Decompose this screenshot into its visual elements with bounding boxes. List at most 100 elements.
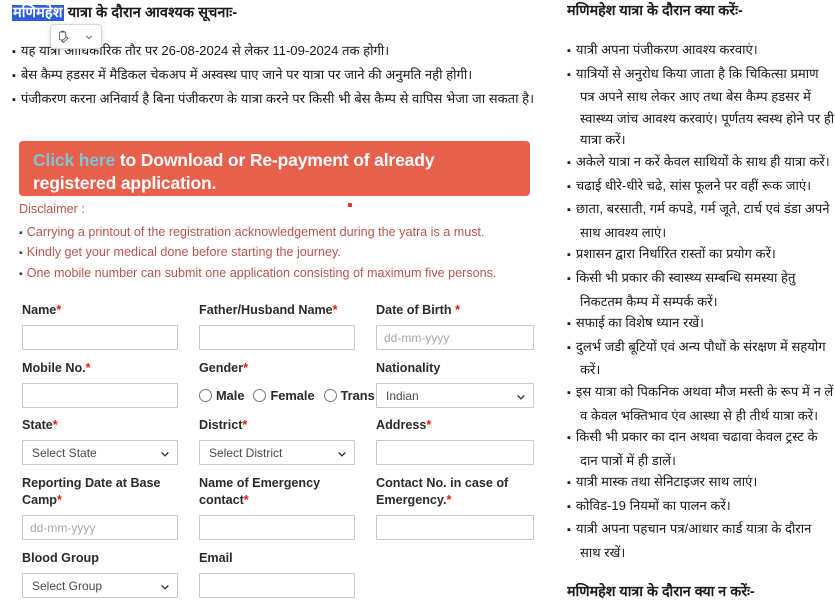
required-marker: * bbox=[57, 493, 62, 507]
father-husband-name-input[interactable] bbox=[199, 325, 355, 350]
required-marker: * bbox=[455, 303, 460, 317]
label-email: Email bbox=[199, 551, 233, 565]
required-marker: * bbox=[446, 493, 452, 507]
emergency-contact-name-input[interactable] bbox=[199, 515, 355, 540]
disclaimer-block: Disclaimer : Carrying a printout of the … bbox=[19, 200, 539, 284]
gender-radio-group: Male Female Trans bbox=[199, 383, 375, 408]
field-reporting-date: Reporting Date at Base Camp* bbox=[22, 475, 178, 540]
label-mobile-no: Mobile No.* bbox=[22, 361, 91, 375]
required-marker: * bbox=[52, 418, 58, 432]
list-item: इस यात्रा को पिकनिक अथवा मौज मस्ती के रू… bbox=[567, 381, 835, 426]
gender-option-label: Male bbox=[216, 388, 245, 403]
emergency-contact-no-input[interactable] bbox=[376, 515, 534, 540]
label-father-husband-name: Father/Husband Name* bbox=[199, 303, 338, 317]
list-item: छाता, बरसाती, गर्म कपडे, गर्म जूते, टार्… bbox=[567, 198, 835, 243]
state-select[interactable]: Select State bbox=[22, 440, 178, 465]
list-item: चढाई धीरे-धीरे चढे, सांस फूलने पर वहीं र… bbox=[567, 175, 835, 199]
list-item: यात्रियों से अनुरोध किया जाता है कि चिकि… bbox=[567, 63, 835, 151]
label-blood-group: Blood Group bbox=[22, 551, 99, 565]
radio-circle-icon[interactable] bbox=[323, 389, 337, 402]
chevron-down-icon bbox=[516, 391, 526, 401]
label-reporting-date: Reporting Date at Base Camp* bbox=[22, 476, 161, 507]
disclaimer-item: One mobile number can submit one applica… bbox=[19, 264, 539, 285]
field-date-of-birth: Date of Birth * bbox=[376, 302, 534, 350]
gender-option-male[interactable]: Male bbox=[199, 388, 244, 403]
required-marker: * bbox=[426, 418, 432, 432]
selected-text: मणिमहेश bbox=[12, 5, 64, 21]
chevron-down-icon bbox=[337, 448, 347, 458]
field-nationality: Nationality Indian bbox=[376, 360, 534, 408]
left-heading: मणिमहेश यात्रा के दौरान आवश्यक सूचनाः- bbox=[12, 2, 237, 22]
district-select[interactable]: Select District bbox=[199, 440, 355, 465]
list-item: बेस कैम्प हडसर में मैडिकल चेकअप में अस्व… bbox=[12, 64, 540, 88]
list-item: किसी भी प्रकार का दान अथवा चढावा केवल ट्… bbox=[567, 426, 835, 471]
name-input[interactable] bbox=[22, 325, 178, 350]
page-root: मणिमहेश यात्रा के दौरान आवश्यक सूचनाः- य… bbox=[0, 0, 835, 605]
field-gender: Gender* Male Female Trans bbox=[199, 360, 375, 408]
clipboard-paste-icon[interactable] bbox=[54, 27, 74, 46]
download-repayment-banner[interactable]: Click here to Download or Re-payment of … bbox=[19, 141, 530, 196]
list-item: यात्री अपना पंजीकरण आवश्य करवाएं। bbox=[567, 39, 835, 63]
reporting-date-input[interactable] bbox=[22, 515, 178, 540]
required-marker: * bbox=[243, 493, 249, 507]
required-marker: * bbox=[332, 303, 338, 317]
list-item: किसी भी प्रकार की स्वास्थ्य सम्बन्धि समस… bbox=[567, 267, 835, 312]
left-column: मणिमहेश यात्रा के दौरान आवश्यक सूचनाः- य… bbox=[0, 0, 552, 605]
list-item: प्रशासन द्वारा निर्धारित रास्तों का प्रय… bbox=[567, 243, 835, 267]
required-marker: * bbox=[56, 303, 62, 317]
label-name: Name* bbox=[22, 303, 62, 317]
state-selected-value: Select State bbox=[32, 445, 97, 460]
gender-option-label: Female bbox=[270, 388, 315, 403]
field-address: Address* bbox=[376, 417, 534, 465]
chevron-down-icon[interactable] bbox=[79, 27, 99, 46]
list-item: सफाई का विशेष ध्यान रखें। bbox=[567, 312, 835, 336]
blood-group-selected-value: Select Group bbox=[32, 578, 103, 593]
list-item: दुलर्भ जडी बूटियों एवं अन्य पौधों के संर… bbox=[567, 336, 835, 381]
disclaimer-title: Disclaimer : bbox=[19, 202, 85, 216]
paste-options-popup[interactable] bbox=[50, 24, 102, 49]
dos-heading: मणिमहेश यात्रा के दौरान क्या करेंः- bbox=[567, 3, 743, 19]
field-emergency-contact-name: Name of Emergency contact* bbox=[199, 475, 355, 540]
label-emergency-contact-no: Contact No. in case of Emergency.* bbox=[376, 476, 509, 507]
label-district: District* bbox=[199, 418, 248, 432]
field-email: Email bbox=[199, 550, 355, 598]
gender-option-female[interactable]: Female bbox=[253, 388, 315, 403]
blood-group-select[interactable]: Select Group bbox=[22, 573, 178, 598]
gender-option-trans[interactable]: Trans bbox=[323, 388, 375, 403]
required-marker: * bbox=[85, 361, 91, 375]
field-emergency-contact-no: Contact No. in case of Emergency.* bbox=[376, 475, 534, 540]
field-name: Name* bbox=[22, 302, 178, 350]
required-marker: * bbox=[243, 361, 248, 375]
date-of-birth-input[interactable] bbox=[376, 325, 534, 350]
donts-heading: मणिमहेश यात्रा के दौरान क्या न करेंः- bbox=[567, 583, 755, 600]
nationality-selected-value: Indian bbox=[386, 388, 419, 403]
address-input[interactable] bbox=[376, 440, 534, 465]
label-nationality: Nationality bbox=[376, 361, 441, 375]
field-mobile-no: Mobile No.* bbox=[22, 360, 178, 408]
label-date-of-birth: Date of Birth * bbox=[376, 303, 460, 317]
red-dot-marker bbox=[348, 203, 352, 207]
list-item: अकेले यात्रा न करें केवल साथियों के साथ … bbox=[567, 151, 835, 175]
click-here-link[interactable]: Click here bbox=[33, 150, 115, 170]
label-state: State* bbox=[22, 418, 58, 432]
label-address: Address* bbox=[376, 418, 432, 432]
gender-option-label: Trans bbox=[340, 388, 375, 403]
list-item: यात्री मास्क तथा सेनिटाइजर साथ लाएं। bbox=[567, 471, 835, 495]
dos-list: यात्री अपना पंजीकरण आवश्य करवाएं। यात्रि… bbox=[567, 39, 835, 564]
mobile-no-input[interactable] bbox=[22, 383, 178, 408]
nationality-select[interactable]: Indian bbox=[376, 383, 534, 408]
field-district: District* Select District bbox=[199, 417, 355, 465]
radio-circle-icon[interactable] bbox=[253, 389, 267, 402]
field-blood-group: Blood Group Select Group bbox=[22, 550, 178, 598]
list-item: पंजीकरण करना अनिवार्य है बिना पंजीकरण के… bbox=[12, 88, 540, 112]
required-marker: * bbox=[242, 418, 248, 432]
left-heading-rest: यात्रा के दौरान आवश्यक सूचनाः- bbox=[63, 5, 238, 21]
district-selected-value: Select District bbox=[209, 445, 283, 460]
label-emergency-contact-name: Name of Emergency contact* bbox=[199, 476, 321, 507]
radio-circle-icon[interactable] bbox=[199, 389, 212, 402]
list-item: यात्री अपना पहचान पत्र/आधार कार्ड यात्रा… bbox=[567, 518, 835, 563]
chevron-down-icon bbox=[160, 448, 170, 458]
email-input[interactable] bbox=[199, 573, 355, 598]
field-state: State* Select State bbox=[22, 417, 178, 465]
